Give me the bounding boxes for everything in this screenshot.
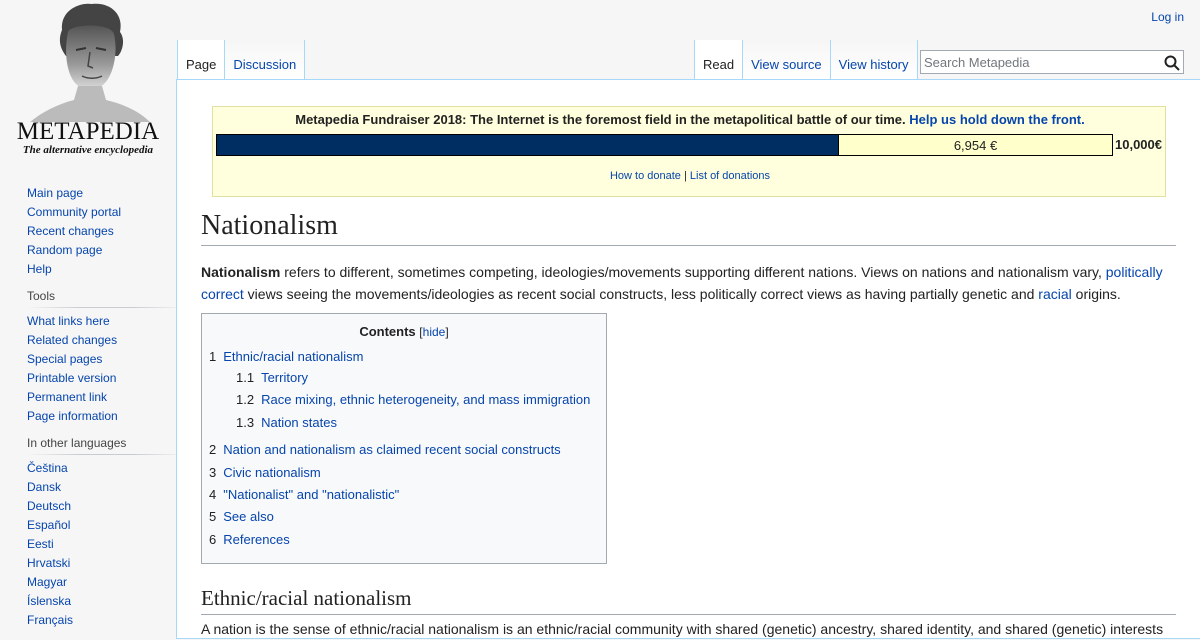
toc-number: 6 bbox=[209, 532, 217, 547]
toc-link[interactable]: "Nationalist" and "nationalistic" bbox=[223, 487, 399, 502]
languages-divider bbox=[27, 454, 187, 455]
namespace-tabs: Page Discussion bbox=[177, 40, 306, 80]
toc-hide-toggle[interactable]: hide bbox=[423, 325, 446, 339]
section-paragraph: A nation is the sense of ethnic/racial n… bbox=[201, 621, 1164, 637]
toc-number: 5 bbox=[209, 509, 217, 524]
toc-link[interactable]: Territory bbox=[261, 370, 308, 385]
sidebar-item-special-pages[interactable]: Special pages bbox=[27, 352, 102, 366]
toc-link[interactable]: References bbox=[223, 532, 289, 547]
languages-heading: In other languages bbox=[27, 436, 127, 450]
search-input[interactable] bbox=[921, 51, 1157, 73]
tab-read[interactable]: Read bbox=[694, 40, 744, 80]
intro-text: refers to different, sometimes competing… bbox=[280, 264, 1106, 280]
toc-link[interactable]: Ethnic/racial nationalism bbox=[223, 349, 363, 364]
sidebar-item-language[interactable]: Magyar bbox=[27, 575, 67, 589]
site-logo[interactable]: METAPEDIA The alternative encyclopedia bbox=[0, 0, 176, 160]
navigation-portal: Main page Community portal Recent change… bbox=[0, 184, 176, 279]
sidebar-item-help[interactable]: Help bbox=[27, 262, 52, 276]
toc-item[interactable]: 6 References bbox=[209, 532, 290, 547]
toc-heading: Contents bbox=[359, 324, 416, 339]
sidebar-item-random-page[interactable]: Random page bbox=[27, 243, 102, 257]
sidebar: Main page Community portal Recent change… bbox=[0, 180, 187, 640]
sidebar-item-language[interactable]: Deutsch bbox=[27, 499, 71, 513]
toc-title: Contents [hide] bbox=[202, 324, 606, 339]
intro-text: views seeing the movements/ideologies as… bbox=[243, 286, 1039, 302]
toc-item[interactable]: 1.3 Nation states bbox=[236, 415, 337, 430]
tab-view-source[interactable]: View source bbox=[743, 40, 831, 80]
toc-number: 1.1 bbox=[236, 370, 255, 385]
page-title: Nationalism bbox=[201, 210, 1176, 246]
toc-number: 1.3 bbox=[236, 415, 255, 430]
racial-link[interactable]: racial bbox=[1038, 286, 1071, 302]
search-button[interactable] bbox=[1163, 54, 1181, 72]
intro-paragraph: Nationalism refers to different, sometim… bbox=[201, 261, 1171, 305]
toc-link[interactable]: Nation states bbox=[261, 415, 337, 430]
sidebar-item-language[interactable]: Čeština bbox=[27, 461, 68, 475]
toc-number: 1 bbox=[209, 349, 217, 364]
search-icon bbox=[1164, 55, 1180, 71]
intro-text: origins. bbox=[1071, 286, 1121, 302]
sidebar-item-language[interactable]: Eesti bbox=[27, 537, 54, 551]
fundraiser-goal: 10,000€ bbox=[1115, 137, 1162, 152]
personal-tools: Log in bbox=[1151, 10, 1184, 24]
sidebar-item-community-portal[interactable]: Community portal bbox=[27, 205, 121, 219]
view-tabs: Read View source View history bbox=[694, 40, 918, 80]
intro-bold-term: Nationalism bbox=[201, 264, 281, 280]
how-to-donate-link[interactable]: How to donate bbox=[610, 170, 681, 182]
sidebar-item-permanent-link[interactable]: Permanent link bbox=[27, 390, 107, 404]
login-link[interactable]: Log in bbox=[1151, 10, 1184, 24]
list-of-donations-link[interactable]: List of donations bbox=[690, 170, 770, 182]
fundraiser-cta-link[interactable]: Help us hold down the front. bbox=[909, 112, 1084, 127]
logo-tagline: The alternative encyclopedia bbox=[22, 144, 154, 156]
sidebar-item-page-information[interactable]: Page information bbox=[27, 409, 118, 423]
sidebar-item-language[interactable]: Español bbox=[27, 518, 70, 532]
tab-view-history[interactable]: View history bbox=[830, 40, 918, 80]
sidebar-item-what-links-here[interactable]: What links here bbox=[27, 314, 110, 328]
toc-link[interactable]: See also bbox=[223, 509, 274, 524]
toc-number: 3 bbox=[209, 465, 217, 480]
toc-link[interactable]: Race mixing, ethnic heterogeneity, and m… bbox=[261, 392, 590, 407]
link-separator: | bbox=[683, 170, 687, 182]
search-box bbox=[920, 50, 1184, 74]
tab-page[interactable]: Page bbox=[177, 40, 226, 80]
sidebar-item-related-changes[interactable]: Related changes bbox=[27, 333, 117, 347]
toc-item[interactable]: 4 "Nationalist" and "nationalistic" bbox=[209, 487, 399, 502]
fundraiser-progress-bar: 6,954 € bbox=[216, 134, 1113, 156]
fundraiser-amount: 6,954 € bbox=[953, 138, 998, 153]
fundraiser-progress-fill bbox=[217, 135, 839, 155]
toc-item[interactable]: 3 Civic nationalism bbox=[209, 465, 321, 480]
table-of-contents: Contents [hide] 1 Ethnic/racial nationali… bbox=[201, 313, 607, 564]
fundraiser-links: How to donate | List of donations bbox=[213, 170, 1167, 182]
toc-number: 4 bbox=[209, 487, 217, 502]
tools-heading: Tools bbox=[27, 289, 56, 303]
tools-portal: Tools What links here Related changes Sp… bbox=[0, 289, 187, 426]
logo-wordmark: METAPEDIA bbox=[16, 118, 160, 145]
languages-portal: In other languages Čeština Dansk Deutsch… bbox=[0, 436, 187, 630]
fundraiser-title: Metapedia Fundraiser 2018: The Internet … bbox=[213, 112, 1167, 127]
toc-item[interactable]: 1.1 Territory bbox=[236, 370, 308, 385]
sidebar-item-recent-changes[interactable]: Recent changes bbox=[27, 224, 114, 238]
toc-number: 2 bbox=[209, 442, 217, 457]
sidebar-item-language[interactable]: Hrvatski bbox=[27, 556, 70, 570]
toc-item[interactable]: 1.2 Race mixing, ethnic heterogeneity, an… bbox=[236, 392, 590, 407]
toc-number: 1.2 bbox=[236, 392, 255, 407]
sidebar-item-printable-version[interactable]: Printable version bbox=[27, 371, 116, 385]
toc-link[interactable]: Nation and nationalism as claimed recent… bbox=[223, 442, 560, 457]
sidebar-item-language[interactable]: Français bbox=[27, 613, 73, 627]
tools-divider bbox=[27, 307, 187, 308]
fundraiser-banner: Metapedia Fundraiser 2018: The Internet … bbox=[212, 106, 1166, 197]
tab-discussion[interactable]: Discussion bbox=[225, 40, 306, 80]
toc-link[interactable]: Civic nationalism bbox=[223, 465, 321, 480]
toc-item[interactable]: 1 Ethnic/racial nationalism bbox=[209, 349, 363, 364]
sidebar-item-language[interactable]: Íslenska bbox=[27, 594, 71, 608]
section-heading: Ethnic/racial nationalism bbox=[201, 586, 1176, 615]
toc-toggle-bracket: ] bbox=[445, 325, 449, 339]
toc-item[interactable]: 5 See also bbox=[209, 509, 274, 524]
content-area: Metapedia Fundraiser 2018: The Internet … bbox=[176, 79, 1200, 639]
fundraiser-message: Metapedia Fundraiser 2018: The Internet … bbox=[295, 112, 906, 127]
sidebar-item-language[interactable]: Dansk bbox=[27, 480, 61, 494]
toc-item[interactable]: 2 Nation and nationalism as claimed recen… bbox=[209, 442, 561, 457]
sidebar-item-main-page[interactable]: Main page bbox=[27, 186, 83, 200]
